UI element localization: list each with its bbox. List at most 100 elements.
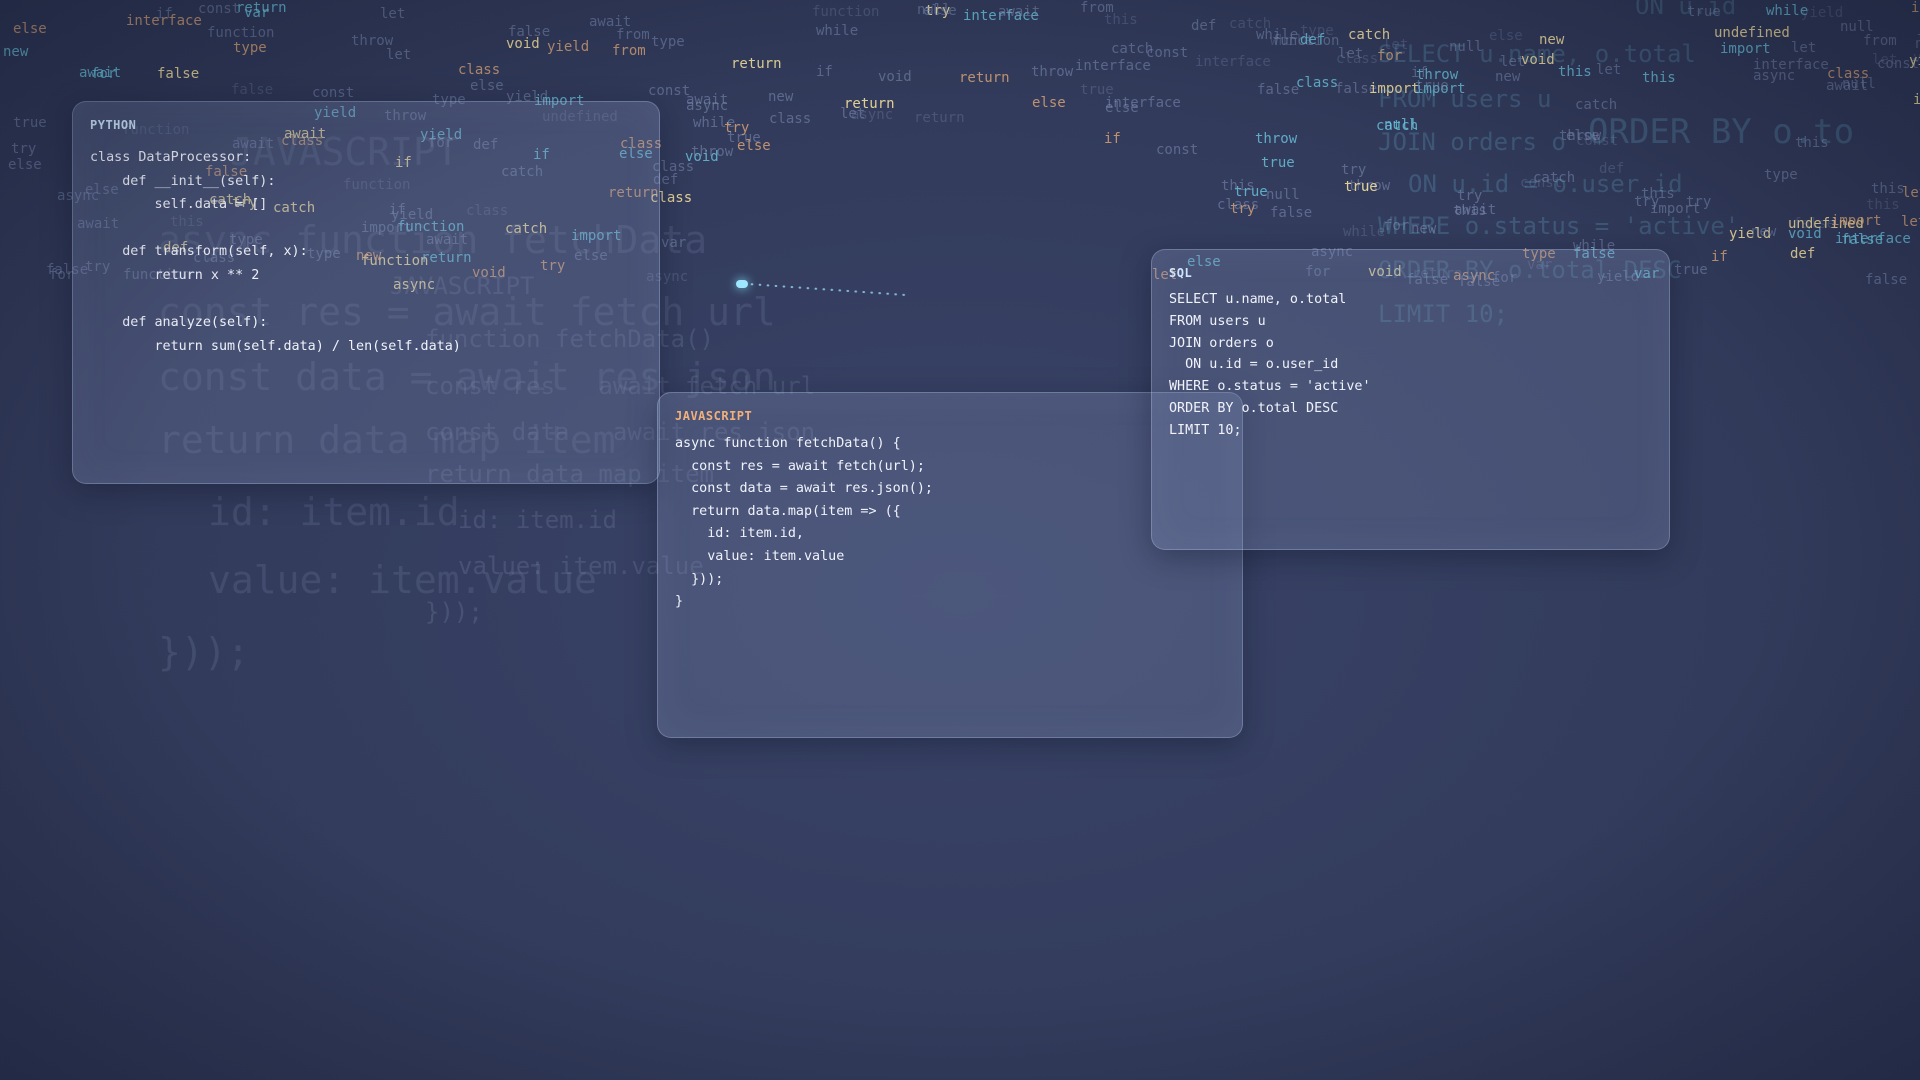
background-keyword: this [1558, 64, 1592, 80]
background-keyword: def [1300, 32, 1326, 48]
background-keyword: else [8, 157, 42, 173]
python-code-panel[interactable]: PYTHON class DataProcessor: def __init__… [72, 101, 660, 484]
background-keyword: catch [1229, 16, 1272, 32]
background-keyword: catch [1575, 97, 1618, 113]
python-code-block: class DataProcessor: def __init__(self):… [90, 150, 461, 354]
ghost-sql-text: FROM users u [1378, 85, 1552, 113]
background-keyword: this [1221, 178, 1255, 194]
background-keyword: else [1489, 28, 1523, 44]
background-keyword: true [1234, 184, 1268, 200]
background-keyword: null [1449, 39, 1483, 55]
cursor-dot-icon [736, 280, 748, 288]
background-keyword: catch [1111, 41, 1154, 57]
background-keyword: else [1032, 95, 1066, 111]
background-keyword: throw [351, 33, 394, 49]
background-keyword: null [1840, 19, 1874, 35]
background-keyword: let [1872, 52, 1898, 68]
background-keyword: type [1300, 23, 1334, 39]
ghost-text: id: item.id [458, 506, 617, 534]
background-keyword: var [244, 5, 270, 21]
background-keyword: void [1521, 52, 1555, 68]
background-keyword: interface [1753, 57, 1829, 73]
background-keyword: for [49, 267, 75, 283]
background-keyword: let [386, 47, 412, 63]
ghost-sql-text: SELECT u.name, o.total [1378, 40, 1696, 68]
background-keyword: throw [1348, 178, 1391, 194]
ghost-sql-text: ON u.id = o.user_id [1408, 170, 1683, 198]
background-keyword: if [156, 6, 173, 22]
background-keyword: false [157, 66, 200, 82]
background-keyword: undefined [1714, 25, 1790, 41]
background-keyword: if [1711, 249, 1728, 265]
background-keyword: try [1230, 201, 1256, 217]
background-keyword: from [612, 43, 646, 59]
background-keyword: true [1674, 262, 1708, 278]
background-keyword: true [1344, 179, 1378, 195]
background-keyword: async [686, 98, 729, 114]
background-keyword: try [724, 120, 750, 136]
ghost-sql-text: WHERE o.status = 'active' [1378, 212, 1740, 240]
background-keyword: new [1539, 32, 1565, 48]
sql-code-panel[interactable]: SQL SELECT u.name, o.total FROM users u … [1151, 249, 1670, 550]
background-keyword: throw [1559, 128, 1602, 144]
background-keyword: const [1146, 45, 1189, 61]
background-keyword: await [1826, 78, 1869, 94]
background-keyword: undefined [1788, 216, 1864, 232]
background-keyword: this [1642, 70, 1676, 86]
background-keyword: let [1901, 214, 1920, 230]
background-keyword: import [1720, 41, 1771, 57]
background-keyword: null [1915, 36, 1920, 52]
background-keyword: yield [1801, 5, 1844, 21]
background-keyword: from [1080, 0, 1114, 16]
background-keyword: catch [1533, 170, 1576, 186]
background-keyword: const [648, 83, 691, 99]
panel-language-label: SQL [1169, 266, 1193, 280]
background-keyword: try [1457, 188, 1483, 204]
background-keyword: null [1842, 76, 1876, 92]
background-keyword: this [1795, 135, 1829, 151]
background-keyword: for [1377, 48, 1403, 64]
background-keyword: let [380, 6, 406, 22]
background-keyword: class [1336, 51, 1379, 67]
background-keyword: await [79, 65, 122, 81]
background-keyword: else [1566, 128, 1600, 144]
background-keyword: throw [1416, 67, 1459, 83]
background-keyword: class [769, 111, 812, 127]
background-keyword: while [1256, 27, 1299, 43]
background-keyword: if [1104, 131, 1121, 147]
background-keyword: this [1866, 197, 1900, 213]
background-keyword: type [1764, 167, 1798, 183]
background-keyword: null [1266, 187, 1300, 203]
background-keyword: while [1343, 224, 1386, 240]
background-keyword: yield [1909, 53, 1920, 69]
background-keyword: async [1753, 68, 1796, 84]
background-keyword: const [1576, 133, 1619, 149]
background-keyword: try [925, 3, 951, 19]
background-keyword: type [233, 40, 267, 56]
background-keyword: def [1191, 18, 1217, 34]
background-keyword: else [923, 3, 957, 19]
background-keyword: interface [1075, 58, 1151, 74]
background-keyword: catch [1348, 27, 1391, 43]
background-keyword: try [1634, 194, 1660, 210]
background-keyword: interface [126, 13, 202, 29]
background-keyword: def [1790, 246, 1816, 262]
background-keyword: while [816, 23, 859, 39]
ghost-sql-text: ORDER BY o.to [1588, 112, 1855, 152]
background-keyword: interface [963, 8, 1039, 24]
background-keyword: const [1520, 175, 1563, 191]
background-keyword: return [844, 96, 895, 112]
background-keyword: throw [691, 144, 734, 160]
background-keyword: false [1257, 82, 1300, 98]
background-keyword: class [1296, 75, 1339, 91]
background-keyword: for [1384, 218, 1410, 234]
background-keyword: function [207, 25, 275, 41]
ghost-sql-text: ON u.id [1635, 0, 1737, 20]
background-keyword: let [840, 106, 866, 122]
background-keyword: new [768, 89, 794, 105]
background-keyword: true [13, 115, 47, 131]
background-keyword: void [1913, 50, 1920, 66]
background-keyword: true [727, 130, 761, 146]
background-keyword: let [1596, 62, 1622, 78]
sql-code-block: SELECT u.name, o.total FROM users u JOIN… [1169, 292, 1371, 438]
